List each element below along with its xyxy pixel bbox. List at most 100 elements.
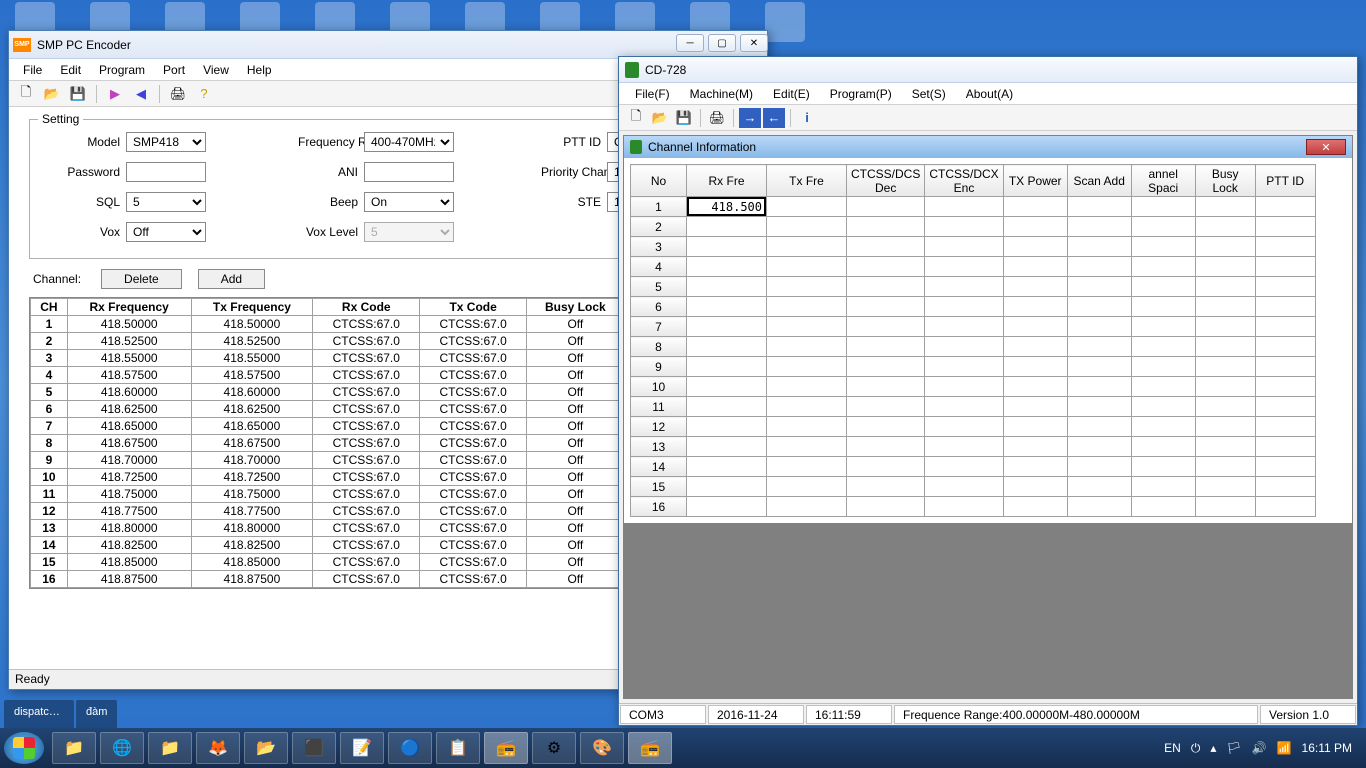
volume-icon[interactable]: 🔊 (1252, 741, 1267, 755)
col-header[interactable]: Rx Fre (687, 165, 767, 197)
menu-file[interactable]: File (15, 61, 50, 79)
write-icon[interactable]: ← (763, 108, 785, 128)
taskbar-tab[interactable]: dispatcher ... (4, 700, 74, 728)
col-header[interactable]: Busy Lock (527, 299, 625, 316)
close-button[interactable]: ✕ (740, 34, 768, 52)
desktop-icon[interactable] (765, 2, 805, 42)
freqrange-select[interactable]: 400-470MHz (364, 132, 454, 152)
menu-program[interactable]: Program(P) (820, 85, 902, 103)
col-header[interactable]: CH (31, 299, 68, 316)
task-item[interactable]: 📝 (340, 732, 384, 764)
table-row[interactable]: 9 (631, 357, 1316, 377)
table-row[interactable]: 7 (631, 317, 1316, 337)
table-row[interactable]: 12 (631, 417, 1316, 437)
print-icon[interactable]: 🖨 (167, 84, 189, 104)
tray-icon[interactable]: ⏻ (1191, 741, 1201, 756)
task-item[interactable]: 📻 (628, 732, 672, 764)
table-row[interactable]: 15 (631, 477, 1316, 497)
task-item[interactable]: 📋 (436, 732, 480, 764)
voxlevel-select[interactable]: 5 (364, 222, 454, 242)
child-titlebar[interactable]: Channel Information ✕ (624, 136, 1352, 158)
task-item[interactable]: 📁 (52, 732, 96, 764)
menu-machine[interactable]: Machine(M) (680, 85, 763, 103)
col-header[interactable]: Tx Fre (767, 165, 847, 197)
maximize-button[interactable]: ▢ (708, 34, 736, 52)
table-row[interactable]: 1 (631, 197, 1316, 217)
table-row[interactable]: 6 (631, 297, 1316, 317)
col-header[interactable]: PTT ID (1255, 165, 1315, 197)
add-button[interactable]: Add (198, 269, 265, 289)
start-button[interactable] (4, 732, 44, 764)
password-input[interactable] (126, 162, 206, 182)
menu-port[interactable]: Port (155, 61, 193, 79)
menu-set[interactable]: Set(S) (902, 85, 956, 103)
new-icon[interactable]: 🗋 (15, 84, 37, 104)
close-button[interactable]: ✕ (1306, 139, 1346, 155)
save-icon[interactable]: 💾 (67, 84, 89, 104)
info-icon[interactable]: i (796, 108, 818, 128)
network-icon[interactable]: 📶 (1277, 741, 1292, 755)
read-icon[interactable]: ▶ (104, 84, 126, 104)
menu-program[interactable]: Program (91, 61, 153, 79)
task-item[interactable]: ⬛ (292, 732, 336, 764)
language-indicator[interactable]: EN (1164, 741, 1181, 755)
print-icon[interactable]: 🖨 (706, 108, 728, 128)
menu-edit[interactable]: Edit (52, 61, 89, 79)
menu-view[interactable]: View (195, 61, 237, 79)
table-row[interactable]: 4 (631, 257, 1316, 277)
col-header[interactable]: Tx Frequency (191, 299, 313, 316)
task-item[interactable]: 🔵 (388, 732, 432, 764)
clock[interactable]: 16:11 PM (1302, 741, 1352, 755)
open-icon[interactable]: 📂 (41, 84, 63, 104)
model-select[interactable]: SMP418 (126, 132, 206, 152)
delete-button[interactable]: Delete (101, 269, 182, 289)
menu-edit[interactable]: Edit(E) (763, 85, 820, 103)
channel-info-grid[interactable]: NoRx FreTx FreCTCSS/DCS DecCTCSS/DCX Enc… (630, 164, 1346, 517)
table-row[interactable]: 10 (631, 377, 1316, 397)
table-row[interactable]: 16 (631, 497, 1316, 517)
task-item[interactable]: ⚙ (532, 732, 576, 764)
task-item[interactable]: 📂 (244, 732, 288, 764)
vox-select[interactable]: Off (126, 222, 206, 242)
col-header[interactable]: Rx Frequency (67, 299, 191, 316)
col-header[interactable]: CTCSS/DCX Enc (925, 165, 1003, 197)
rxfre-edit[interactable] (687, 197, 766, 216)
table-row[interactable]: 14 (631, 457, 1316, 477)
menu-file[interactable]: File(F) (625, 85, 680, 103)
col-header[interactable]: annel Spaci (1131, 165, 1195, 197)
new-icon[interactable]: 🗋 (625, 108, 647, 128)
menu-help[interactable]: Help (239, 61, 280, 79)
table-row[interactable]: 2 (631, 217, 1316, 237)
table-row[interactable]: 11 (631, 397, 1316, 417)
beep-select[interactable]: On (364, 192, 454, 212)
flag-icon[interactable]: 🏳 (1226, 741, 1241, 755)
col-header[interactable]: Scan Add (1067, 165, 1131, 197)
col-header[interactable]: CTCSS/DCS Dec (847, 165, 925, 197)
menu-about[interactable]: About(A) (956, 85, 1023, 103)
table-row[interactable]: 8 (631, 337, 1316, 357)
tray-chevron-icon[interactable]: ▴ (1210, 741, 1216, 755)
titlebar[interactable]: SMP SMP PC Encoder (9, 31, 767, 59)
task-item[interactable]: 📁 (148, 732, 192, 764)
minimize-button[interactable]: ─ (676, 34, 704, 52)
task-item[interactable]: 📻 (484, 732, 528, 764)
task-item[interactable]: 🌐 (100, 732, 144, 764)
col-header[interactable]: Tx Code (420, 299, 527, 316)
save-icon[interactable]: 💾 (673, 108, 695, 128)
table-row[interactable]: 5 (631, 277, 1316, 297)
titlebar[interactable]: CD-728 (619, 57, 1357, 83)
help-icon[interactable]: ? (193, 84, 215, 104)
col-header[interactable]: No (631, 165, 687, 197)
write-icon[interactable]: ◀ (130, 84, 152, 104)
table-row[interactable]: 3 (631, 237, 1316, 257)
col-header[interactable]: TX Power (1003, 165, 1067, 197)
table-row[interactable]: 13 (631, 437, 1316, 457)
read-icon[interactable]: → (739, 108, 761, 128)
taskbar-tab[interactable]: đàm (76, 700, 117, 728)
open-icon[interactable]: 📂 (649, 108, 671, 128)
ani-input[interactable] (364, 162, 454, 182)
col-header[interactable]: Rx Code (313, 299, 420, 316)
task-item[interactable]: 🦊 (196, 732, 240, 764)
task-item[interactable]: 🎨 (580, 732, 624, 764)
sql-select[interactable]: 5 (126, 192, 206, 212)
